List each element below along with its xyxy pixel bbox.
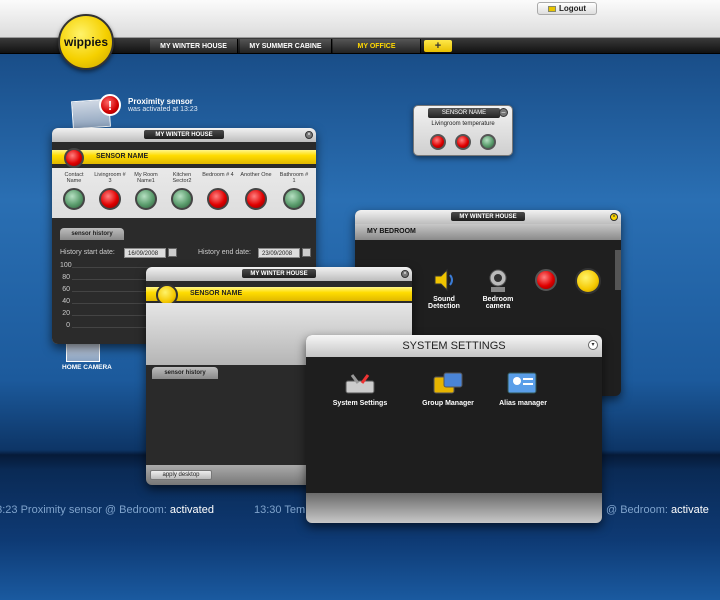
ticker-item: 13:23 Proximity sensor @ Bedroom: activa… [0, 504, 214, 516]
tab-my-winter-house[interactable]: MY WINTER HOUSE [150, 39, 238, 53]
window-title: MY WINTER HOUSE [451, 212, 525, 221]
window-footer [306, 493, 602, 523]
ticker-text: 13:30 Tem [254, 504, 306, 516]
y-tick: 80 [62, 274, 70, 281]
start-date-label: History start date: [60, 249, 115, 256]
y-tick: 40 [62, 298, 70, 305]
status-led-icon [455, 134, 471, 150]
sensor-name: Bedroom # 4 [202, 172, 234, 178]
sensor-name: Kitchen Sector2 [172, 172, 192, 184]
close-icon[interactable]: × [401, 270, 409, 278]
logout-label: Logout [558, 4, 587, 13]
camera-icon[interactable] [485, 268, 511, 294]
window-title: SYSTEM SETTINGS [402, 340, 506, 352]
room-label: MY BEDROOM [367, 228, 416, 235]
sensor-name: Contact Name [64, 172, 84, 184]
app-label[interactable]: System Settings [326, 400, 394, 407]
sensor-bar: SENSOR NAME [146, 287, 412, 301]
room-bar: MY BEDROOM [355, 224, 621, 240]
app-label[interactable]: Alias manager [490, 400, 556, 407]
sensor-led-icon [207, 188, 229, 210]
sensor-name: Another One [240, 172, 272, 178]
close-icon[interactable]: × [305, 131, 313, 139]
alert-icon: ! [99, 94, 121, 116]
y-tick: 0 [66, 322, 70, 329]
sensor-led-icon [245, 188, 267, 210]
scrollbar[interactable] [615, 250, 621, 290]
tab-sensor-history[interactable]: sensor history [60, 228, 124, 240]
group-manager-icon[interactable] [432, 371, 464, 395]
cloud-icon[interactable] [575, 268, 601, 294]
sensor-widget-label: Livingroom temperature [431, 121, 495, 127]
home-camera-label[interactable]: HOME CAMERA [62, 364, 112, 371]
sensor-status-icon [64, 148, 84, 168]
sensor-led-icon [283, 188, 305, 210]
sensor-item[interactable]: Kitchen Sector2 [166, 172, 198, 210]
sensor-widget-title: SENSOR NAME [428, 108, 500, 118]
sensor-item[interactable]: Livingroom # 3 [94, 172, 126, 210]
sensor-name: Livingroom # 3 [94, 172, 126, 184]
alias-manager-icon[interactable] [506, 371, 538, 395]
sound-detection-icon[interactable] [431, 268, 457, 292]
sensor-widget[interactable]: SENSOR NAME – Livingroom temperature [413, 105, 513, 156]
window-title: MY WINTER HOUSE [242, 269, 316, 278]
sensor-item[interactable]: Bathroom # 1 [278, 172, 310, 210]
tab-my-summer-cabine[interactable]: MY SUMMER CABINE [240, 39, 332, 53]
sensor-bar-label: SENSOR NAME [96, 153, 149, 160]
y-tick: 60 [62, 286, 70, 293]
sensor-led-icon [171, 188, 193, 210]
ticker-item: 13:30 Tem [254, 504, 305, 516]
calendar-icon[interactable] [302, 248, 311, 257]
logout-icon [547, 5, 556, 12]
sensor-item[interactable]: Another One [240, 172, 272, 210]
sensor-item[interactable]: My Room Name1 [130, 172, 162, 210]
status-led-icon[interactable] [535, 269, 557, 291]
close-icon[interactable]: – [499, 108, 508, 117]
wippies-logo[interactable]: wippies [58, 14, 114, 70]
ticker-item: @ Bedroom: activate [606, 504, 709, 516]
device-label: Sound Detection [428, 296, 460, 310]
chevron-down-icon[interactable]: ▾ [588, 340, 598, 350]
system-settings-icon[interactable] [344, 371, 376, 395]
app-label[interactable]: Group Manager [412, 400, 484, 407]
window-title: MY WINTER HOUSE [144, 130, 224, 139]
sensor-name: My Room Name1 [134, 172, 158, 184]
add-tab-button[interactable]: + [424, 40, 452, 52]
window-system-settings[interactable]: SYSTEM SETTINGS ▾ System Settings Group … [306, 335, 602, 523]
sensor-led-icon [63, 188, 85, 210]
ticker-state: activate [670, 504, 709, 516]
close-icon[interactable]: × [610, 213, 618, 221]
calendar-icon[interactable] [168, 248, 177, 257]
sensor-item[interactable]: Contact Name [58, 172, 90, 210]
start-date-field[interactable]: 16/09/2008 [124, 248, 166, 258]
status-led-icon [430, 134, 446, 150]
sensor-led-icon [99, 188, 121, 210]
apply-desktop-button[interactable]: apply desktop [150, 470, 212, 480]
tab-my-office[interactable]: MY OFFICE [333, 39, 421, 53]
sensor-name: Bathroom # 1 [279, 172, 309, 184]
logout-button[interactable]: Logout [537, 2, 597, 15]
y-tick: 20 [62, 310, 70, 317]
end-date-label: History end date: [198, 249, 251, 256]
ticker-text: @ Bedroom: [606, 504, 671, 516]
ticker-state: activated [169, 504, 214, 516]
notification-title: Proximity sensor [128, 97, 193, 106]
notification-subtitle: was activated at 13:23 [128, 106, 198, 113]
sensor-item[interactable]: Bedroom # 4 [202, 172, 234, 210]
device-label: Bedroom camera [482, 296, 514, 310]
tab-sensor-history[interactable]: sensor history [152, 367, 218, 379]
y-tick: 100 [60, 262, 72, 269]
end-date-field[interactable]: 23/09/2008 [258, 248, 300, 258]
ticker-text: 13:23 Proximity sensor @ Bedroom: [0, 504, 170, 516]
status-led-icon [480, 134, 496, 150]
sensor-bar: SENSOR NAME [52, 150, 316, 164]
sensor-led-icon [135, 188, 157, 210]
sensor-bar-label: SENSOR NAME [190, 290, 243, 297]
